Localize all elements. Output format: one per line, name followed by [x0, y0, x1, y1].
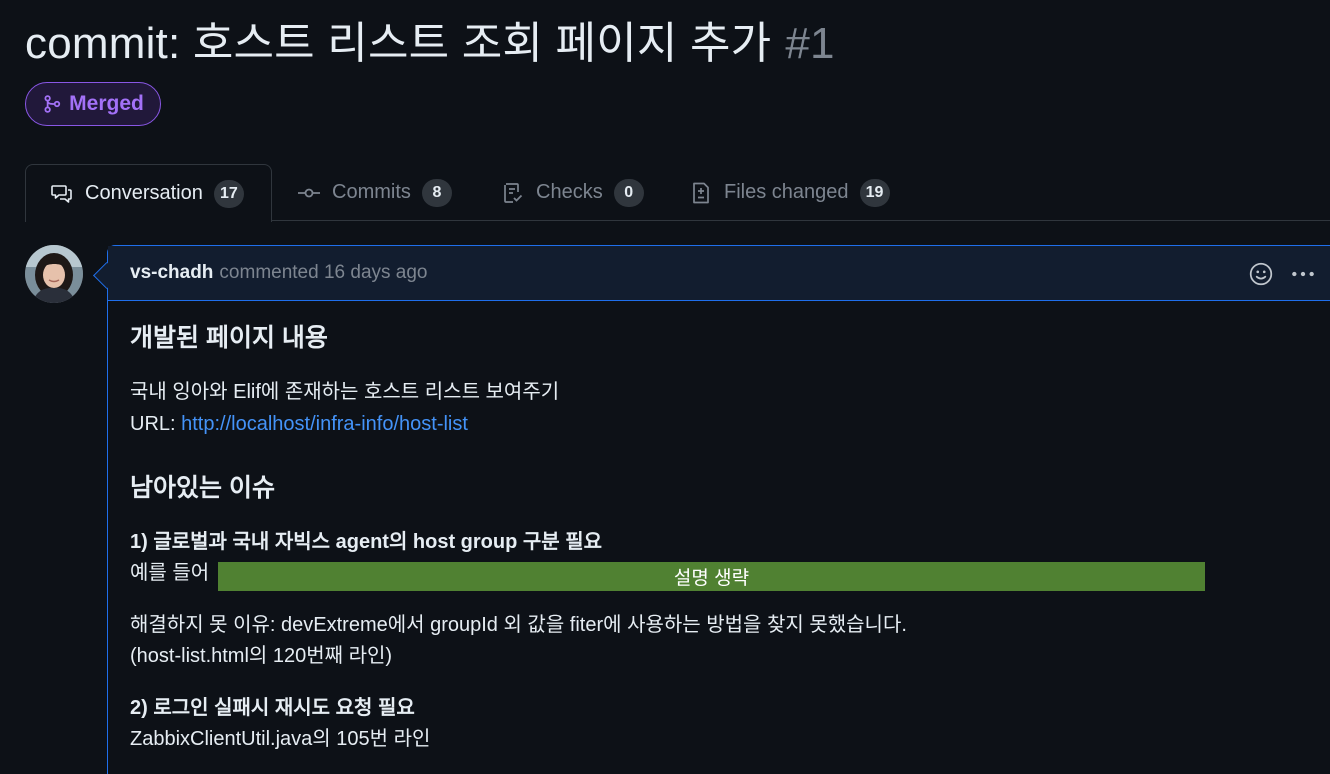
- kebab-menu-icon[interactable]: [1290, 261, 1316, 287]
- add-reaction-icon[interactable]: [1248, 261, 1274, 287]
- git-merge-icon: [44, 95, 61, 113]
- pr-number: #1: [785, 19, 835, 68]
- comment-timestamp[interactable]: commented 16 days ago: [219, 262, 427, 284]
- tab-checks[interactable]: Checks 0: [501, 164, 644, 221]
- issue1-reason: 해결하지 못 이유: devExtreme에서 groupId 외 값을 fit…: [130, 614, 907, 636]
- tab-files-changed[interactable]: Files changed 19: [689, 164, 890, 221]
- redacted-block: 설명 생략: [218, 562, 1205, 591]
- avatar[interactable]: [25, 245, 83, 303]
- tab-checks-count: 0: [613, 178, 644, 207]
- tab-commits-count: 8: [421, 178, 452, 207]
- tab-conversation[interactable]: Conversation 17: [25, 164, 272, 222]
- tab-files-changed-count: 19: [859, 178, 890, 207]
- tab-files-changed-label: Files changed: [724, 181, 849, 203]
- issue2-reference: ZabbixClientUtil.java의 105번 라인: [130, 728, 431, 750]
- comment-header: vs-chadh commented 16 days ago: [108, 246, 1330, 301]
- body-line-description: 국내 잉아와 Elif에 존재하는 호스트 리스트 보여주기: [130, 381, 560, 403]
- issue1-example-prefix: 예를 들어: [130, 562, 210, 584]
- tab-conversation-count: 17: [213, 179, 244, 208]
- user-avatar-image: [25, 245, 83, 303]
- pr-title-text: commit: 호스트 리스트 조회 페이지 추가: [25, 19, 772, 68]
- git-commit-icon: [298, 188, 320, 197]
- comment-discussion-icon: [51, 184, 72, 203]
- issue1-reference: (host-list.html의 120번째 라인): [130, 645, 393, 667]
- merged-status-badge: Merged: [25, 82, 161, 126]
- body-line-url: URL: http://localhost/infra-info/host-li…: [130, 409, 468, 439]
- issue1-title: 1) 글로벌과 국내 자빅스 agent의 host group 구분 필요: [130, 531, 603, 553]
- issue2-title: 2) 로그인 실패시 재시도 요청 필요: [130, 697, 415, 719]
- checklist-icon: [504, 182, 523, 203]
- tab-commits[interactable]: Commits 8: [297, 164, 452, 221]
- comment-author[interactable]: vs-chadh: [130, 262, 213, 284]
- tab-conversation-label: Conversation: [85, 182, 203, 204]
- page-title: commit: 호스트 리스트 조회 페이지 추가 #1: [25, 14, 835, 74]
- host-list-link[interactable]: http://localhost/infra-info/host-list: [181, 413, 468, 435]
- comment-actions: [1248, 246, 1316, 301]
- pull-request-page: commit: 호스트 리스트 조회 페이지 추가 #1 Merged Conve…: [0, 0, 1330, 774]
- merged-label: Merged: [69, 92, 144, 115]
- url-prefix: URL:: [130, 413, 182, 435]
- tab-commits-label: Commits: [332, 181, 411, 203]
- body-heading-developed: 개발된 페이지 내용: [130, 324, 328, 352]
- tab-checks-label: Checks: [536, 181, 603, 203]
- body-heading-remaining-issues: 남아있는 이슈: [130, 474, 275, 502]
- file-diff-icon: [693, 182, 709, 203]
